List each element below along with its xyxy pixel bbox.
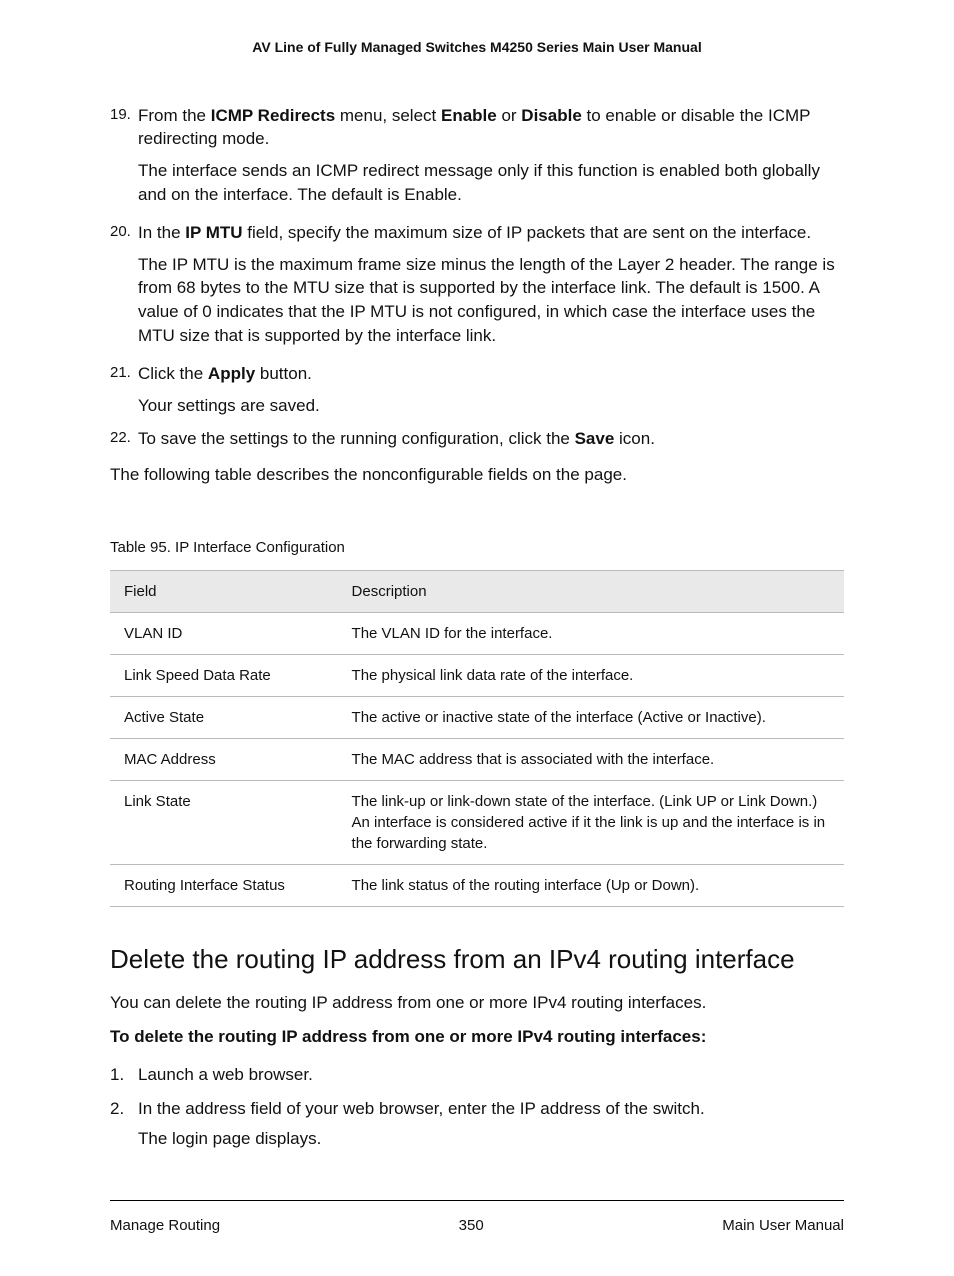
table-cell-field: Active State xyxy=(110,696,338,738)
step-bold: Save xyxy=(575,429,615,448)
ordered-step-2: 2. In the address field of your web brow… xyxy=(110,1097,844,1151)
table-cell-desc: The link status of the routing interface… xyxy=(338,864,844,906)
step-bold: IP MTU xyxy=(185,223,242,242)
step-text: menu, select xyxy=(335,106,441,125)
step-subtext: The login page displays. xyxy=(138,1127,844,1151)
ordered-step-1: 1. Launch a web browser. xyxy=(110,1063,844,1087)
step-20: 20. In the IP MTU field, specify the max… xyxy=(110,221,844,348)
table-row: Link State The link-up or link-down stat… xyxy=(110,780,844,864)
step-text: icon. xyxy=(614,429,655,448)
step-19: 19. From the ICMP Redirects menu, select… xyxy=(110,104,844,207)
step-body: To save the settings to the running conf… xyxy=(138,427,844,451)
step-number: 21. xyxy=(110,362,138,418)
table-caption: Table 95. IP Interface Configuration xyxy=(110,537,844,558)
table-cell-desc: The link-up or link-down state of the in… xyxy=(338,780,844,864)
step-bold: Enable xyxy=(441,106,497,125)
step-body: From the ICMP Redirects menu, select Ena… xyxy=(138,104,844,207)
step-text: In the address field of your web browser… xyxy=(138,1099,705,1118)
step-22: 22. To save the settings to the running … xyxy=(110,427,844,451)
step-number: 1. xyxy=(110,1063,138,1087)
section-heading: Delete the routing IP address from an IP… xyxy=(110,941,844,977)
step-number: 22. xyxy=(110,427,138,451)
step-bold: Apply xyxy=(208,364,255,383)
step-text: In the xyxy=(138,223,185,242)
step-body: In the IP MTU field, specify the maximum… xyxy=(138,221,844,348)
step-body: Launch a web browser. xyxy=(138,1063,844,1087)
table-cell-desc: The VLAN ID for the interface. xyxy=(338,612,844,654)
step-text: button. xyxy=(255,364,312,383)
step-text: To save the settings to the running conf… xyxy=(138,429,575,448)
page-footer: Manage Routing 350 Main User Manual xyxy=(110,1215,844,1236)
table-header-row: Field Description xyxy=(110,570,844,612)
table-cell-desc: The MAC address that is associated with … xyxy=(338,738,844,780)
step-number: 20. xyxy=(110,221,138,348)
table-cell-field: MAC Address xyxy=(110,738,338,780)
footer-right: Main User Manual xyxy=(722,1215,844,1236)
paragraph: The following table describes the noncon… xyxy=(110,463,844,487)
table-row: Active State The active or inactive stat… xyxy=(110,696,844,738)
step-body: Click the Apply button. Your settings ar… xyxy=(138,362,844,418)
step-text: Click the xyxy=(138,364,208,383)
table-row: Routing Interface Status The link status… xyxy=(110,864,844,906)
doc-header-title: AV Line of Fully Managed Switches M4250 … xyxy=(110,38,844,58)
table-header-field: Field xyxy=(110,570,338,612)
footer-left: Manage Routing xyxy=(110,1215,220,1236)
table-header-desc: Description xyxy=(338,570,844,612)
step-bold: ICMP Redirects xyxy=(211,106,335,125)
step-subtext: The interface sends an ICMP redirect mes… xyxy=(138,159,844,207)
section-subheading: To delete the routing IP address from on… xyxy=(110,1025,844,1049)
table-cell-field: Routing Interface Status xyxy=(110,864,338,906)
step-number: 19. xyxy=(110,104,138,207)
step-subtext: The IP MTU is the maximum frame size min… xyxy=(138,253,844,348)
table-row: Link Speed Data Rate The physical link d… xyxy=(110,654,844,696)
step-number: 2. xyxy=(110,1097,138,1151)
step-bold: Disable xyxy=(521,106,581,125)
table-cell-desc: The active or inactive state of the inte… xyxy=(338,696,844,738)
step-21: 21. Click the Apply button. Your setting… xyxy=(110,362,844,418)
step-text: From the xyxy=(138,106,211,125)
ip-interface-config-table: Field Description VLAN ID The VLAN ID fo… xyxy=(110,570,844,907)
footer-page-number: 350 xyxy=(459,1215,484,1236)
section-intro: You can delete the routing IP address fr… xyxy=(110,991,844,1015)
table-cell-field: Link Speed Data Rate xyxy=(110,654,338,696)
step-text: or xyxy=(497,106,522,125)
table-cell-desc: The physical link data rate of the inter… xyxy=(338,654,844,696)
footer-rule xyxy=(110,1200,844,1201)
step-subtext: Your settings are saved. xyxy=(138,394,844,418)
table-row: VLAN ID The VLAN ID for the interface. xyxy=(110,612,844,654)
step-text: field, specify the maximum size of IP pa… xyxy=(243,223,812,242)
table-row: MAC Address The MAC address that is asso… xyxy=(110,738,844,780)
step-body: In the address field of your web browser… xyxy=(138,1097,844,1151)
table-cell-field: Link State xyxy=(110,780,338,864)
table-cell-field: VLAN ID xyxy=(110,612,338,654)
